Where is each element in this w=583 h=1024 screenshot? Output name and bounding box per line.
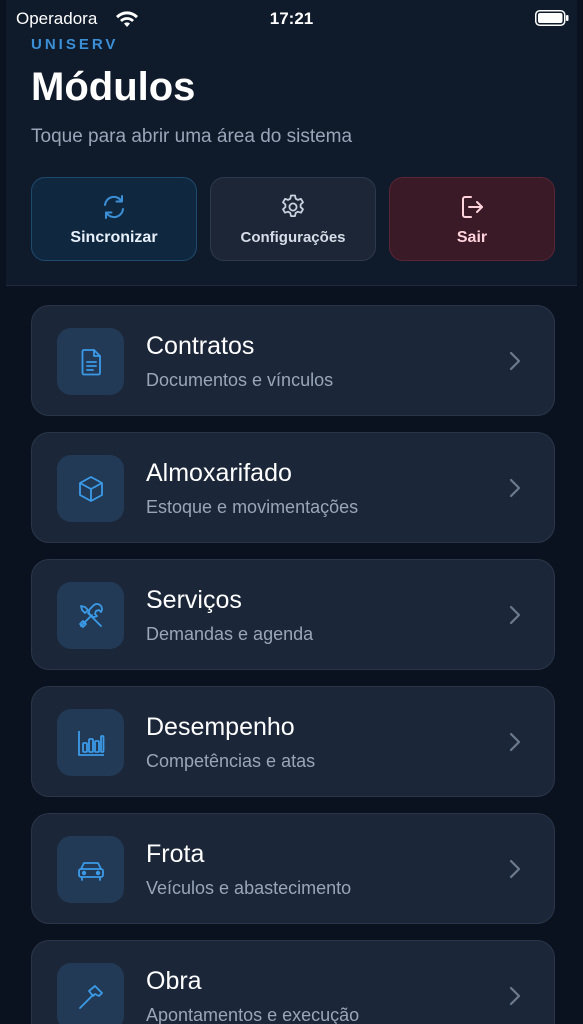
car-icon: [77, 861, 104, 881]
gear-icon: [282, 194, 304, 217]
sync-button[interactable]: Sincronizar: [31, 177, 197, 261]
chevron-right-icon: [509, 478, 521, 498]
sync-icon: [104, 195, 124, 219]
settings-label: Configurações: [240, 229, 346, 246]
module-card-desempenho[interactable]: Desempenho Competências e atas: [31, 686, 555, 797]
bar-chart-icon: [77, 730, 104, 756]
chevron-right-icon: [509, 351, 521, 371]
chevron-right-icon: [509, 732, 521, 752]
module-subtitle: Demandas e agenda: [146, 624, 314, 644]
module-card-contratos[interactable]: Contratos Documentos e vínculos: [31, 305, 555, 416]
chevron-right-icon: [509, 986, 521, 1006]
module-title: Contratos: [146, 332, 255, 360]
module-title: Obra: [146, 967, 202, 995]
module-card-almoxarifado[interactable]: Almoxarifado Estoque e movimentações: [31, 432, 555, 543]
page-subtitle: Toque para abrir uma área do sistema: [31, 126, 353, 147]
sync-label: Sincronizar: [70, 229, 158, 246]
module-card-frota[interactable]: Frota Veículos e abastecimento: [31, 813, 555, 924]
box-icon: [78, 475, 103, 502]
brand-label: UNISERV: [31, 36, 119, 53]
module-icon-box: [57, 836, 124, 903]
module-title: Desempenho: [146, 713, 295, 741]
module-icon-box: [57, 709, 124, 776]
battery-icon: [535, 10, 569, 26]
module-subtitle: Apontamentos e execução: [146, 1005, 360, 1024]
logout-icon: [462, 196, 483, 218]
chevron-right-icon: [509, 859, 521, 879]
logout-button[interactable]: Sair: [389, 177, 555, 261]
module-title: Almoxarifado: [146, 459, 292, 487]
logout-label: Sair: [456, 229, 488, 246]
hammer-icon: [78, 984, 103, 1009]
document-icon: [81, 348, 101, 375]
page-title: Módulos: [31, 65, 196, 109]
module-card-obra[interactable]: Obra Apontamentos e execução: [31, 940, 555, 1024]
module-subtitle: Veículos e abastecimento: [146, 878, 352, 898]
module-subtitle: Estoque e movimentações: [146, 497, 359, 517]
status-bar: Operadora 17:21: [0, 0, 583, 36]
clock: 17:21: [269, 9, 314, 28]
module-icon-box: [57, 582, 124, 649]
module-title: Serviços: [146, 586, 242, 614]
modules-screen: Operadora 17:21 UNISERV Módulos Toque pa…: [0, 0, 583, 1024]
module-icon-box: [57, 455, 124, 522]
tools-icon: [78, 602, 103, 628]
module-icon-box: [57, 963, 124, 1024]
module-title: Frota: [146, 840, 205, 868]
module-card-servicos[interactable]: Serviços Demandas e agenda: [31, 559, 555, 670]
module-icon-box: [57, 328, 124, 395]
chevron-right-icon: [509, 605, 521, 625]
settings-button[interactable]: Configurações: [210, 177, 376, 261]
module-subtitle: Documentos e vínculos: [146, 370, 334, 390]
module-subtitle: Competências e atas: [146, 751, 316, 771]
